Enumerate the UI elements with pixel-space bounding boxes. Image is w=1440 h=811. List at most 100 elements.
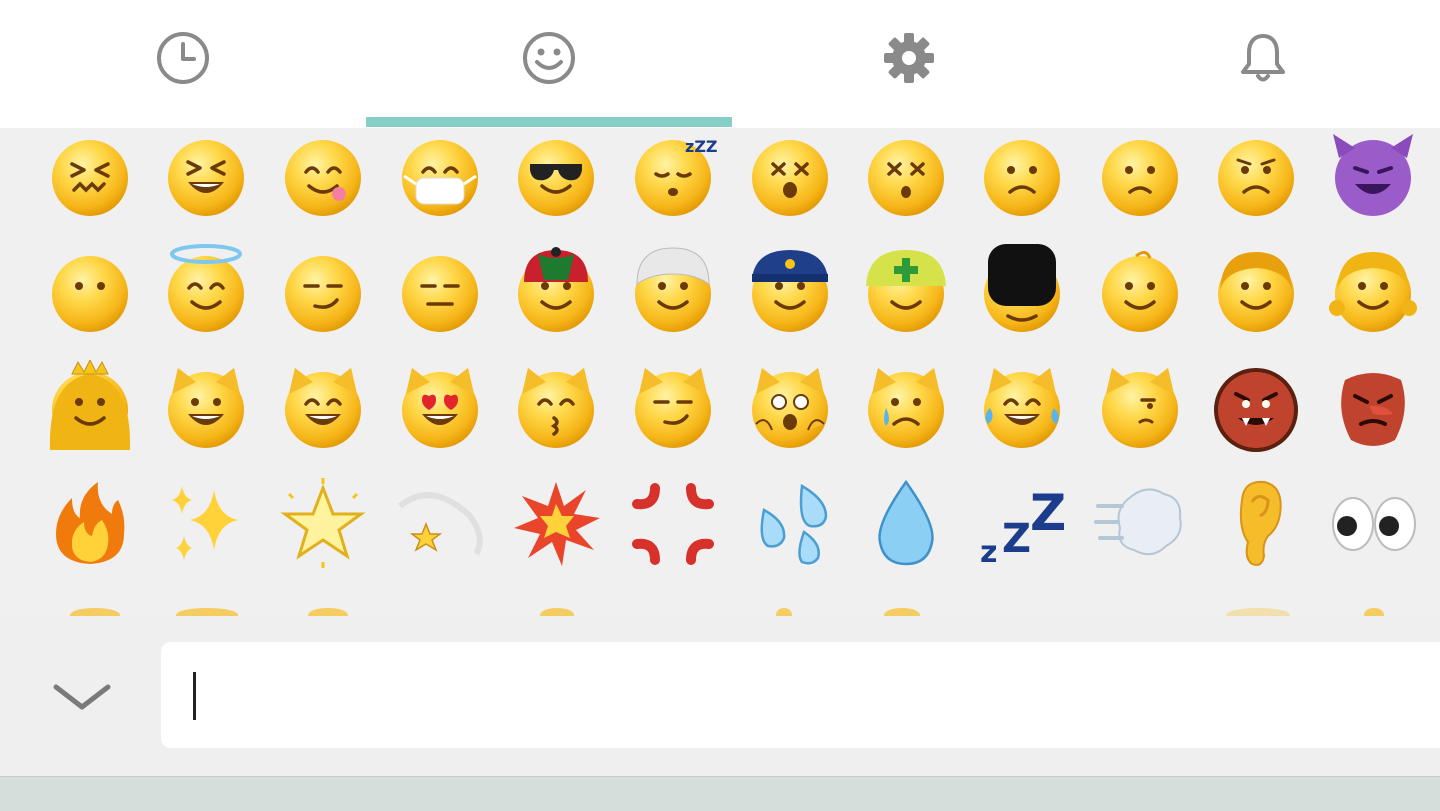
svg-text:Z: Z bbox=[1002, 516, 1031, 562]
collapse-keyboard-button[interactable] bbox=[40, 670, 124, 724]
emoji-key[interactable] bbox=[1325, 476, 1421, 572]
emoji-key[interactable] bbox=[742, 244, 838, 340]
emoji-key[interactable] bbox=[1092, 360, 1188, 456]
emoji-key[interactable] bbox=[42, 476, 138, 572]
emoji-key[interactable] bbox=[392, 244, 488, 340]
emoji-key[interactable] bbox=[1208, 128, 1304, 224]
man-with-gua-pi-mao-icon bbox=[518, 247, 594, 332]
selected-tab-indicator bbox=[366, 117, 732, 127]
emoji-key[interactable] bbox=[392, 476, 488, 572]
pouting-cat-icon bbox=[1102, 368, 1178, 448]
emoji-key[interactable] bbox=[508, 128, 604, 224]
smiling-face-with-sunglasses-icon bbox=[518, 140, 594, 216]
emoji-key[interactable] bbox=[858, 360, 954, 456]
face-savoring-food-icon bbox=[285, 140, 361, 216]
clock-icon bbox=[157, 32, 209, 84]
emoji-key[interactable] bbox=[508, 360, 604, 456]
dashing-away-icon bbox=[1094, 488, 1182, 556]
emoji-key[interactable] bbox=[974, 244, 1070, 340]
emoji-key[interactable] bbox=[1092, 476, 1188, 572]
emoji-key[interactable] bbox=[275, 244, 371, 340]
emoji-key[interactable] bbox=[1092, 128, 1188, 224]
expressionless-face-icon bbox=[402, 256, 478, 332]
emoji-row-partial bbox=[0, 596, 1440, 616]
svg-text:Z: Z bbox=[1030, 484, 1066, 542]
emoji-key[interactable] bbox=[1208, 360, 1304, 456]
emoji-key[interactable] bbox=[508, 244, 604, 340]
droplet-icon bbox=[878, 479, 934, 566]
emoji-key[interactable] bbox=[1208, 244, 1304, 340]
emoji-key[interactable] bbox=[1208, 476, 1304, 572]
emoji-key[interactable] bbox=[625, 360, 721, 456]
emoji-key[interactable] bbox=[158, 128, 254, 224]
emoji-key[interactable] bbox=[625, 244, 721, 340]
emoji-key[interactable] bbox=[1325, 244, 1421, 340]
collision-icon bbox=[514, 482, 600, 566]
police-officer-icon bbox=[752, 250, 828, 332]
tab-recent[interactable] bbox=[0, 0, 366, 128]
emoji-key[interactable] bbox=[392, 360, 488, 456]
emoji-key[interactable] bbox=[508, 476, 604, 572]
emoji-key[interactable] bbox=[158, 476, 254, 572]
emoji-key[interactable] bbox=[1325, 360, 1421, 456]
emoji-key[interactable] bbox=[42, 244, 138, 340]
face-without-mouth-icon bbox=[52, 256, 128, 332]
boy-icon bbox=[1218, 252, 1294, 332]
svg-text:z: z bbox=[980, 535, 997, 570]
wry-smile-cat-icon bbox=[635, 368, 711, 448]
goblin-icon bbox=[1341, 373, 1405, 446]
weary-cat-icon bbox=[752, 368, 828, 448]
eyes-icon bbox=[1332, 497, 1416, 551]
kissing-cat-icon bbox=[518, 368, 594, 448]
smiling-cat-heart-eyes-icon bbox=[402, 368, 478, 448]
message-input[interactable] bbox=[161, 642, 1440, 748]
emoji-key[interactable] bbox=[858, 128, 954, 224]
emoji-key[interactable] bbox=[1092, 244, 1188, 340]
emoji-key[interactable] bbox=[974, 360, 1070, 456]
smiling-face-with-halo-icon bbox=[168, 244, 244, 332]
emoji-key[interactable] bbox=[158, 360, 254, 456]
frowning-face-icon bbox=[984, 140, 1060, 216]
emoji-key[interactable] bbox=[275, 360, 371, 456]
emoji-key[interactable] bbox=[858, 244, 954, 340]
emoji-key[interactable] bbox=[42, 128, 138, 224]
emoji-key[interactable] bbox=[625, 476, 721, 572]
emoji-key[interactable] bbox=[974, 128, 1070, 224]
tab-notifications[interactable] bbox=[1086, 0, 1440, 128]
emoji-key[interactable] bbox=[742, 476, 838, 572]
emoji-category-tabbar bbox=[0, 0, 1440, 128]
smiling-imp-icon bbox=[1333, 134, 1413, 216]
sweat-droplets-icon bbox=[760, 483, 828, 565]
emoji-key[interactable] bbox=[858, 476, 954, 572]
guardsman-icon bbox=[984, 244, 1060, 332]
emoji-key[interactable] bbox=[742, 128, 838, 224]
dizzy-symbol-icon bbox=[398, 492, 483, 556]
message-input-bar bbox=[0, 616, 1440, 776]
smiley-icon bbox=[523, 32, 575, 84]
emoji-key[interactable] bbox=[275, 476, 371, 572]
sparkles-icon bbox=[172, 486, 238, 560]
cat-tears-of-joy-icon bbox=[984, 368, 1060, 448]
sleeping-face-icon: zZZ bbox=[635, 137, 718, 216]
emoji-key[interactable] bbox=[42, 360, 138, 456]
emoji-key[interactable] bbox=[392, 128, 488, 224]
emoji-key[interactable] bbox=[275, 128, 371, 224]
grinning-cat-smiling-eyes-icon bbox=[285, 368, 361, 448]
emoji-key[interactable]: zZZ bbox=[625, 128, 721, 224]
construction-worker-icon bbox=[866, 250, 946, 332]
emoji-key[interactable]: zZZ bbox=[974, 476, 1070, 572]
emoji-key[interactable] bbox=[1325, 128, 1421, 224]
emoji-key[interactable] bbox=[158, 244, 254, 340]
bottom-system-strip bbox=[0, 776, 1440, 811]
emoji-grid: zZZ z Z Z bbox=[0, 128, 1440, 616]
girl-icon bbox=[1329, 252, 1417, 332]
text-caret bbox=[193, 672, 196, 720]
zzz-icon: z ZZ bbox=[980, 484, 1066, 570]
grinning-cat-icon bbox=[168, 368, 244, 448]
tab-settings[interactable] bbox=[732, 0, 1086, 128]
emoji-key[interactable] bbox=[742, 360, 838, 456]
worried-face-icon bbox=[1218, 140, 1294, 216]
face-with-medical-mask-icon bbox=[402, 140, 478, 216]
confounded-face-icon bbox=[52, 140, 128, 216]
tab-emoji[interactable] bbox=[366, 0, 732, 128]
